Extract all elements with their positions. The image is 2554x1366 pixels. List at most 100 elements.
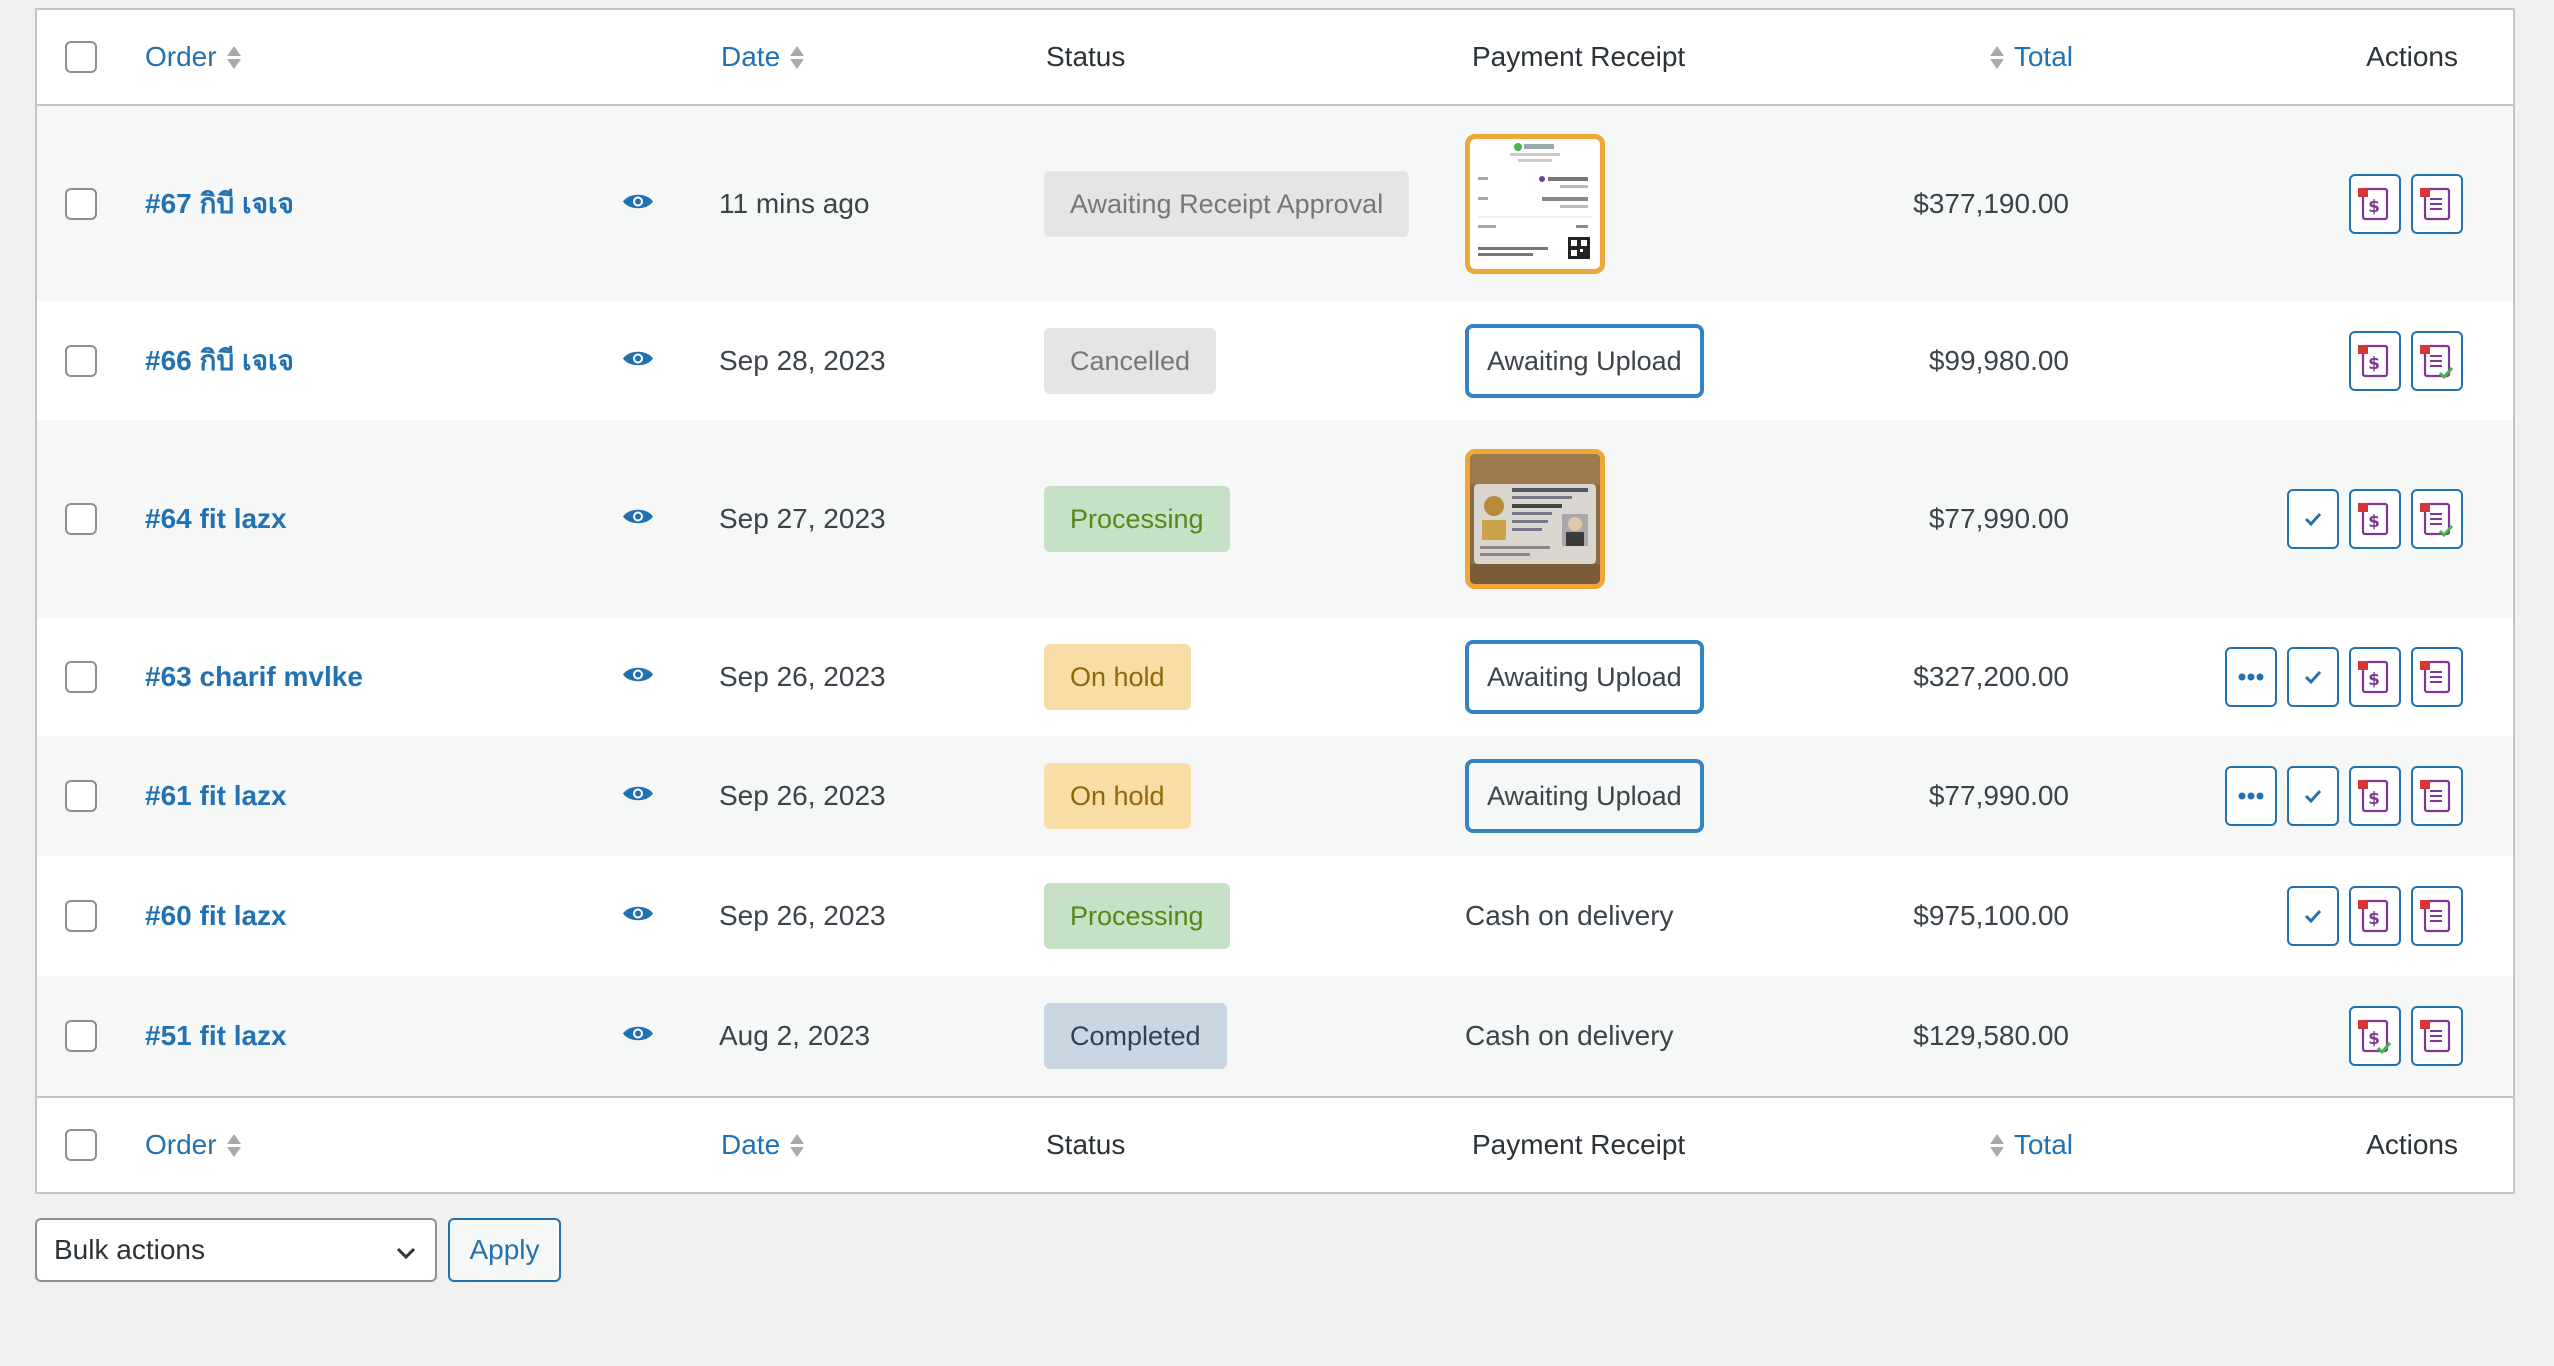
order-date: Sep 27, 2023	[719, 503, 886, 534]
actions-column-footer: Actions	[2366, 1129, 2458, 1160]
table-row: #67 กิบี เจเจ 11 mins ago Awaiting Receipt…	[37, 106, 2513, 302]
svg-text:$: $	[2368, 670, 2380, 690]
invoice-pdf-icon: $	[2357, 500, 2393, 538]
row-checkbox[interactable]	[65, 188, 97, 220]
invoice-pdf-button[interactable]: $	[2349, 1006, 2401, 1066]
order-total: $77,990.00	[1928, 780, 2069, 811]
invoice-pdf-button[interactable]: $	[2349, 766, 2401, 826]
status-column-footer: Status	[1046, 1129, 1126, 1160]
complete-button[interactable]	[2287, 886, 2339, 946]
check-icon	[2304, 512, 2322, 527]
order-link[interactable]: #60 fit lazx	[145, 900, 287, 932]
row-checkbox[interactable]	[65, 900, 97, 932]
order-column-label: Order	[145, 41, 217, 72]
bulk-actions-select[interactable]: Bulk actions	[35, 1218, 437, 1282]
row-checkbox[interactable]	[65, 1020, 97, 1052]
eye-icon[interactable]	[622, 784, 654, 809]
invoice-pdf-icon: $	[2357, 897, 2393, 935]
invoice-pdf-button[interactable]: $	[2349, 174, 2401, 234]
eye-icon[interactable]	[622, 1024, 654, 1049]
order-date: Sep 26, 2023	[719, 780, 886, 811]
invoice-pdf-icon: $	[2357, 777, 2393, 815]
invoice-pdf-button[interactable]: $	[2349, 331, 2401, 391]
apply-button[interactable]: Apply	[448, 1218, 561, 1282]
packing-slip-button[interactable]	[2411, 766, 2463, 826]
awaiting-upload-badge[interactable]: Awaiting Upload	[1465, 759, 1704, 833]
order-column-header[interactable]: Order	[145, 41, 241, 73]
row-checkbox[interactable]	[65, 661, 97, 693]
receipt-thumbnail[interactable]	[1465, 134, 1605, 274]
packing-slip-icon	[2419, 658, 2455, 696]
row-checkbox[interactable]	[65, 780, 97, 812]
order-link[interactable]: #64 fit lazx	[145, 503, 287, 535]
packing-slip-button[interactable]	[2411, 489, 2463, 549]
eye-icon[interactable]	[622, 904, 654, 929]
select-all-checkbox-footer[interactable]	[65, 1129, 97, 1161]
awaiting-upload-badge[interactable]: Awaiting Upload	[1465, 324, 1704, 398]
packing-slip-button[interactable]	[2411, 1006, 2463, 1066]
invoice-pdf-button[interactable]: $	[2349, 886, 2401, 946]
invoice-pdf-icon: $	[2357, 185, 2393, 223]
svg-text:$: $	[2368, 1029, 2380, 1049]
processing-button[interactable]	[2225, 647, 2277, 707]
svg-text:$: $	[2368, 909, 2380, 929]
actions-column-header: Actions	[2366, 41, 2458, 72]
order-link[interactable]: #61 fit lazx	[145, 780, 287, 812]
packing-slip-button[interactable]	[2411, 647, 2463, 707]
date-column-header[interactable]: Date	[721, 41, 805, 73]
awaiting-upload-badge[interactable]: Awaiting Upload	[1465, 640, 1704, 714]
packing-slip-icon	[2419, 1017, 2455, 1055]
packing-slip-button[interactable]	[2411, 174, 2463, 234]
processing-button[interactable]	[2225, 766, 2277, 826]
invoice-pdf-button[interactable]: $	[2349, 489, 2401, 549]
check-icon	[2304, 789, 2322, 804]
eye-icon[interactable]	[622, 665, 654, 690]
invoice-pdf-button[interactable]: $	[2349, 647, 2401, 707]
total-column-footer[interactable]: Total	[1989, 1129, 2073, 1161]
row-checkbox[interactable]	[65, 503, 97, 535]
order-date: 11 mins ago	[719, 188, 870, 219]
select-all-checkbox[interactable]	[65, 41, 97, 73]
table-footer: Order Date Status Payment Receipt Total …	[37, 1096, 2513, 1192]
status-badge: Processing	[1044, 883, 1230, 949]
order-link[interactable]: #67 กิบี เจเจ	[145, 182, 294, 226]
table-row: #63 charif mvlke Sep 26, 2023 On hold Await…	[37, 618, 2513, 736]
order-date: Aug 2, 2023	[719, 1020, 871, 1051]
svg-text:$: $	[2368, 512, 2380, 532]
order-date: Sep 26, 2023	[719, 661, 886, 692]
status-column-header: Status	[1046, 41, 1126, 72]
payment-receipt-column-footer: Payment Receipt	[1472, 1129, 1686, 1160]
row-checkbox[interactable]	[65, 345, 97, 377]
ellipsis-icon	[2238, 792, 2264, 800]
svg-text:$: $	[2368, 789, 2380, 809]
orders-table: Order Date Status Payment Receipt Total …	[35, 8, 2515, 1194]
sort-icon	[226, 1133, 241, 1157]
eye-icon[interactable]	[622, 507, 654, 532]
complete-button[interactable]	[2287, 647, 2339, 707]
status-badge: Cancelled	[1044, 328, 1217, 394]
payment-method-text: Cash on delivery	[1465, 1020, 1674, 1051]
packing-slip-button[interactable]	[2411, 886, 2463, 946]
order-link[interactable]: #63 charif mvlke	[145, 661, 363, 693]
id-card-thumbnail[interactable]	[1465, 449, 1605, 589]
complete-button[interactable]	[2287, 489, 2339, 549]
order-column-footer[interactable]: Order	[145, 1129, 241, 1161]
table-row: #64 fit lazx Sep 27, 2023 Processing $77,99…	[37, 420, 2513, 618]
status-badge: Processing	[1044, 486, 1230, 552]
table-row: #51 fit lazx Aug 2, 2023 Completed Cash on …	[37, 976, 2513, 1096]
order-total: $129,580.00	[1913, 1020, 2069, 1051]
eye-icon[interactable]	[622, 192, 654, 217]
payment-receipt-column-header: Payment Receipt	[1472, 41, 1686, 72]
eye-icon[interactable]	[622, 349, 654, 374]
date-column-footer[interactable]: Date	[721, 1129, 805, 1161]
order-link[interactable]: #66 กิบี เจเจ	[145, 339, 294, 383]
total-column-header[interactable]: Total	[1989, 41, 2073, 73]
order-total: $377,190.00	[1913, 188, 2069, 219]
chevron-down-icon	[396, 1247, 416, 1260]
order-link[interactable]: #51 fit lazx	[145, 1020, 287, 1052]
table-row: #60 fit lazx Sep 26, 2023 Processing Cash o…	[37, 856, 2513, 976]
ellipsis-icon	[2238, 673, 2264, 681]
order-column-label: Order	[145, 1129, 217, 1160]
packing-slip-button[interactable]	[2411, 331, 2463, 391]
complete-button[interactable]	[2287, 766, 2339, 826]
